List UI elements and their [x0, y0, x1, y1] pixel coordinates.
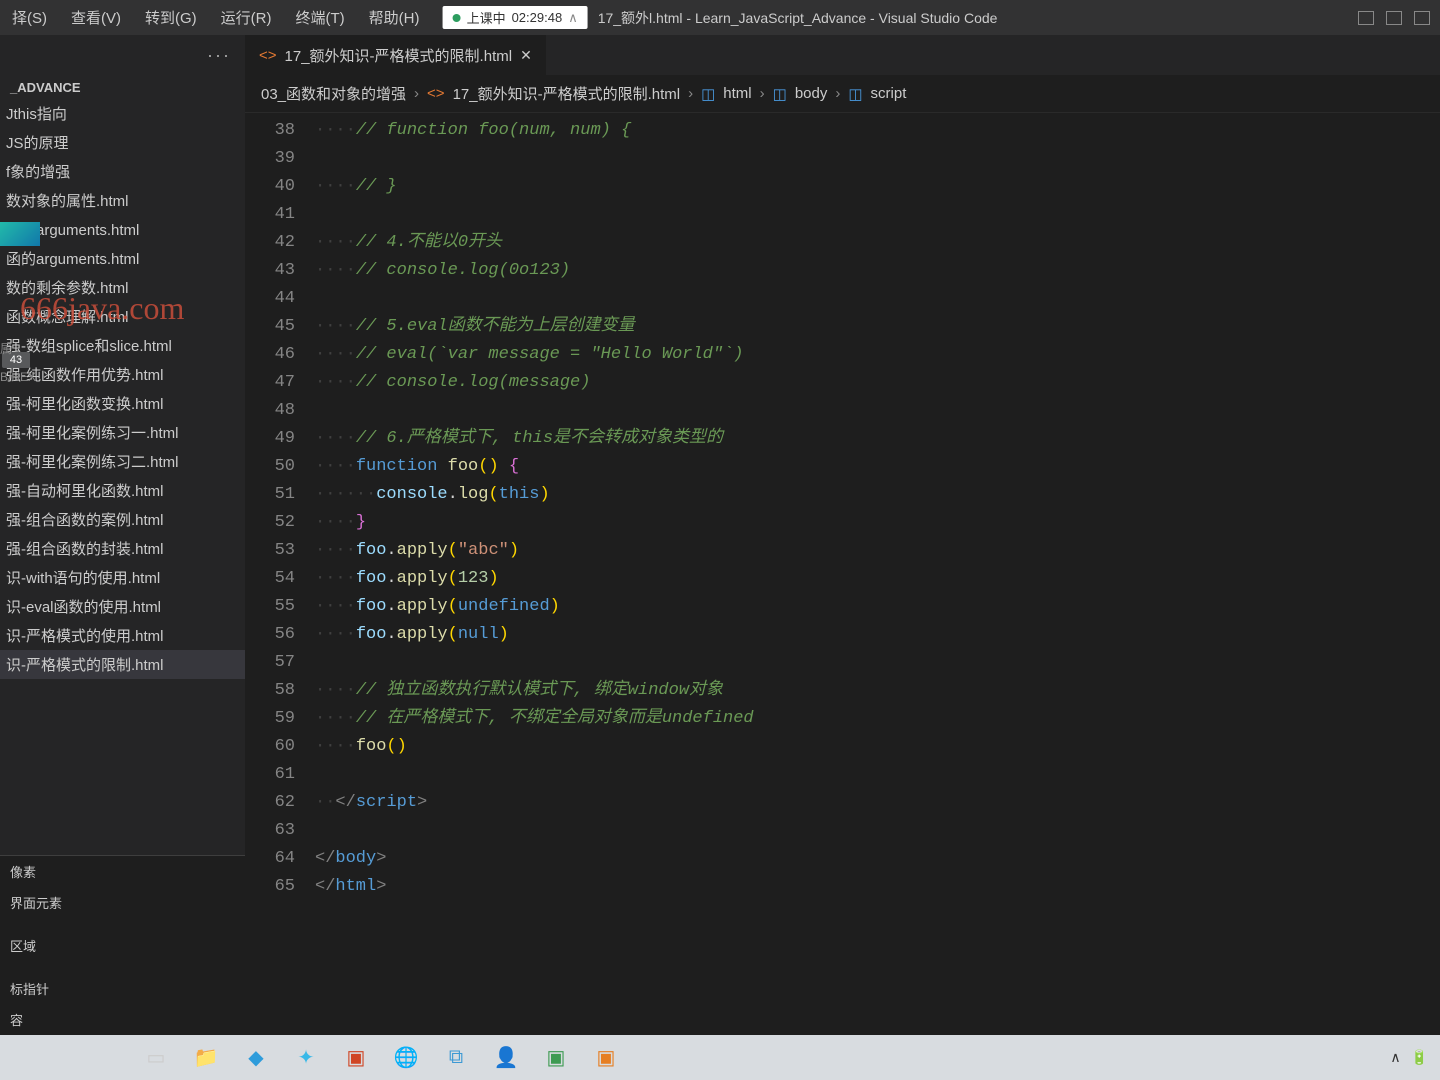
line-gutter: 3839404142434445464748495051525354555657…: [245, 113, 315, 1035]
breadcrumb-item[interactable]: body: [795, 85, 828, 102]
editor-area: <> 17_额外知识-严格模式的限制.html ✕ 03_函数和对象的增强 › <>…: [245, 35, 1440, 1035]
breadcrumb-icon: ◫: [848, 85, 862, 103]
prop-label: 属: [0, 340, 12, 357]
tab-label: 17_额外知识-严格模式的限制.html: [285, 45, 513, 66]
vscode-icon[interactable]: ⧉: [440, 1042, 472, 1074]
breadcrumb-icon: <>: [427, 85, 445, 102]
explorer-icon[interactable]: 📁: [190, 1042, 222, 1074]
outline-item[interactable]: 区域: [0, 930, 245, 961]
title-bar: 择(S)查看(V)转到(G)运行(R)终端(T)帮助(H) 上课中 02:29:…: [0, 0, 1440, 35]
app-icon-5[interactable]: ▣: [590, 1042, 622, 1074]
chevron-right-icon: ›: [835, 85, 840, 102]
outline-section: 像素界面元素区域标指针容: [0, 855, 245, 1035]
file-item[interactable]: JS的原理: [0, 128, 245, 157]
menu-item[interactable]: 查看(V): [59, 1, 133, 34]
taskbar: ▭ 📁 ◆ ✦ ▣ 🌐 ⧉ 👤 ▣ ▣ ∧ 🔋: [0, 1035, 1440, 1080]
breadcrumb-item[interactable]: html: [723, 85, 751, 102]
more-icon[interactable]: ···: [207, 45, 231, 66]
file-item[interactable]: 函数概念理解.html: [0, 302, 245, 331]
recording-label: 上课中: [467, 8, 506, 27]
chrome-icon[interactable]: 🌐: [390, 1042, 422, 1074]
breadcrumb-icon: ◫: [701, 85, 715, 103]
app-icon-2[interactable]: ✦: [290, 1042, 322, 1074]
breadcrumb-item[interactable]: script: [871, 85, 907, 102]
layout-panel-bottom-icon[interactable]: [1386, 11, 1402, 25]
close-icon[interactable]: ✕: [520, 47, 532, 64]
layout-controls: [1358, 11, 1430, 25]
tray-chevron-icon[interactable]: ∧: [1390, 1049, 1400, 1066]
file-item[interactable]: 函的arguments.html: [0, 244, 245, 273]
file-item[interactable]: 强-纯函数作用优势.html: [0, 360, 245, 389]
window-title: 17_额外l.html - Learn_JavaScript_Advance -…: [598, 8, 998, 28]
chevron-right-icon: ›: [760, 85, 765, 102]
battery-icon[interactable]: 🔋: [1411, 1049, 1428, 1066]
chevron-up-icon[interactable]: ∧: [568, 10, 578, 26]
file-item[interactable]: 强-组合函数的案例.html: [0, 505, 245, 534]
recording-time: 02:29:48: [512, 10, 563, 25]
file-item[interactable]: 识-eval函数的使用.html: [0, 592, 245, 621]
code-editor[interactable]: 3839404142434445464748495051525354555657…: [245, 113, 1440, 1035]
file-item[interactable]: 强-组合函数的封装.html: [0, 534, 245, 563]
app-icon-1[interactable]: ◆: [240, 1042, 272, 1074]
layout-panel-left-icon[interactable]: [1358, 11, 1374, 25]
folder-header[interactable]: _ADVANCE: [0, 76, 245, 99]
file-list: Jthis指向JS的原理f象的增强数对象的属性.html数的arguments.…: [0, 99, 245, 835]
chevron-right-icon: ›: [414, 85, 419, 102]
tab-bar: <> 17_额外知识-严格模式的限制.html ✕: [245, 35, 1440, 75]
file-item[interactable]: 识-严格模式的使用.html: [0, 621, 245, 650]
menu-item[interactable]: 帮助(H): [357, 1, 432, 34]
menu-item[interactable]: 转到(G): [133, 1, 209, 34]
layout-panel-right-icon[interactable]: [1414, 11, 1430, 25]
outline-item[interactable]: [0, 918, 245, 930]
breadcrumb-icon: ◫: [773, 85, 787, 103]
outline-item[interactable]: 容: [0, 1004, 245, 1035]
code-content[interactable]: ····// function foo(num, num) { ····// }…: [315, 113, 1440, 1035]
app-icon-4[interactable]: ▣: [540, 1042, 572, 1074]
hex-label: B/HEX: [0, 370, 36, 384]
breadcrumb-item[interactable]: 03_函数和对象的增强: [261, 83, 406, 104]
outline-item[interactable]: 标指针: [0, 973, 245, 1004]
file-item[interactable]: 强-自动柯里化函数.html: [0, 476, 245, 505]
thumbnail: [0, 222, 40, 246]
side-panel: ··· _ADVANCE Jthis指向JS的原理f象的增强数对象的属性.htm…: [0, 35, 245, 1035]
outline-item[interactable]: [0, 961, 245, 973]
file-item[interactable]: 数对象的属性.html: [0, 186, 245, 215]
outline-item[interactable]: 像素: [0, 856, 245, 887]
outline-item[interactable]: 界面元素: [0, 887, 245, 918]
file-item[interactable]: 强-数组splice和slice.html: [0, 331, 245, 360]
powerpoint-icon[interactable]: ▣: [340, 1042, 372, 1074]
file-item[interactable]: 强-柯里化案例练习一.html: [0, 418, 245, 447]
window-title-area: 上课中 02:29:48 ∧ 17_额外l.html - Learn_JavaS…: [443, 6, 998, 29]
menu-item[interactable]: 运行(R): [209, 1, 284, 34]
file-item[interactable]: 强-柯里化案例练习二.html: [0, 447, 245, 476]
file-item[interactable]: 识-严格模式的限制.html: [0, 650, 245, 679]
file-item[interactable]: 识-with语句的使用.html: [0, 563, 245, 592]
menu-bar: 择(S)查看(V)转到(G)运行(R)终端(T)帮助(H): [0, 1, 431, 34]
recording-badge[interactable]: 上课中 02:29:48 ∧: [443, 6, 588, 29]
tab-active[interactable]: <> 17_额外知识-严格模式的限制.html ✕: [245, 35, 546, 75]
file-item[interactable]: Jthis指向: [0, 99, 245, 128]
file-item[interactable]: 数的剩余参数.html: [0, 273, 245, 302]
system-tray[interactable]: ∧ 🔋: [1390, 1049, 1428, 1066]
html-file-icon: <>: [259, 47, 277, 64]
file-item[interactable]: 强-柯里化函数变换.html: [0, 389, 245, 418]
side-panel-header: ···: [0, 35, 245, 76]
breadcrumb: 03_函数和对象的增强 › <> 17_额外知识-严格模式的限制.html › ◫ html…: [245, 75, 1440, 113]
app-icon-3[interactable]: 👤: [490, 1042, 522, 1074]
taskview-icon[interactable]: ▭: [140, 1042, 172, 1074]
chevron-right-icon: ›: [688, 85, 693, 102]
menu-item[interactable]: 择(S): [0, 1, 59, 34]
breadcrumb-item[interactable]: 17_额外知识-严格模式的限制.html: [453, 83, 681, 104]
record-dot-icon: [453, 14, 461, 22]
file-item[interactable]: f象的增强: [0, 157, 245, 186]
menu-item[interactable]: 终端(T): [284, 1, 357, 34]
